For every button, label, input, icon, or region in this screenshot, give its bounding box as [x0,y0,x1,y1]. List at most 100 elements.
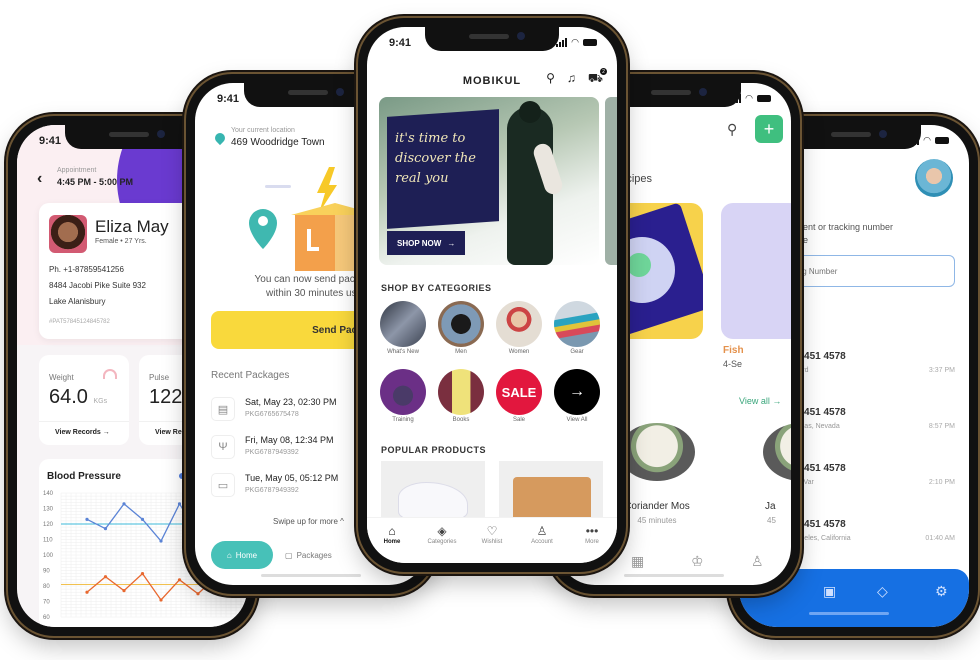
y-tick-label: 90 [43,569,50,575]
nav-account[interactable]: ♙ Account [517,524,567,545]
nav-home[interactable]: ⌂ Home [367,524,417,545]
data-point-diastolic [159,598,163,602]
phone-notch [425,27,559,51]
category-card-fish[interactable] [721,203,791,339]
dish-image[interactable] [763,423,791,481]
bell-icon[interactable]: ♫ [567,71,576,87]
data-point-systolic [103,527,108,531]
category-whats-new[interactable]: What's New [377,301,429,355]
calendar-icon[interactable]: ▦ [631,553,644,570]
cart-icon[interactable]: ⛟ 2 [588,68,607,87]
location-pin-icon [212,130,228,146]
tracking-number-input[interactable] [779,255,955,287]
data-point-systolic [85,517,89,521]
cart-badge: 2 [600,68,607,75]
profile-icon[interactable]: ♙ [751,553,764,570]
shop-screen: 9:41 ◠ MOBIKUL ⚲ ♫ ⛟ 2 it's time to disco… [367,27,617,563]
hero-banner[interactable]: it's time to discover the real you SHOP … [379,97,599,265]
next-banner-peek[interactable] [605,97,617,265]
y-tick-label: 110 [43,538,53,544]
nav-home-button[interactable]: ⌂ Home [211,541,273,569]
appointment-label: Appointment [57,167,97,174]
nav-wishlist[interactable]: ♡ Wishlist [467,524,517,545]
chevron-up-icon: ^ [340,517,344,526]
tracked-item[interactable]: 458 7451 4578 ille , Nord 3:37 PM [779,351,955,374]
arrow-right-icon: → [447,238,456,248]
product-image [399,483,467,519]
pulse-value: 122 [149,386,183,408]
search-icon[interactable]: ⚲ [727,121,737,138]
status-icons: ◠ [908,135,949,146]
back-arrow-icon[interactable]: ‹ [37,170,42,188]
signal-icon [730,94,742,103]
box-icon[interactable]: ▣ [823,583,836,600]
nav-categories[interactable]: ◈ Categories [417,524,467,545]
category-gear[interactable]: Gear [551,301,603,355]
tracked-item[interactable]: 458 7451 4578 Las Vegas, Nevada 8:57 PM [779,407,955,430]
nav-more[interactable]: ••• More [567,524,617,545]
wifi-icon: ◠ [923,135,931,145]
category-men[interactable]: Men [435,301,487,355]
y-tick-label: 70 [43,600,50,606]
chef-hat-icon[interactable]: ♔ [691,553,704,570]
data-point-systolic [159,539,163,543]
shop-now-button[interactable]: SHOP NOW → [387,231,466,255]
y-tick-label: 100 [43,553,54,559]
search-icon[interactable]: ⚲ [546,71,555,87]
phone-notch [607,83,741,107]
battery-icon [935,137,949,144]
weight-value: 64.0 [49,386,88,408]
wifi-icon: ◠ [571,37,579,47]
category-view-all[interactable]: → View All [551,369,603,423]
y-tick-label: 60 [43,615,50,621]
heart-icon: ♡ [486,524,498,538]
current-location[interactable]: 469 Woodridge Town [231,137,325,148]
swipe-hint[interactable]: Swipe up for more ^ [273,517,344,526]
app-showcase: 9:41 ‹ Appointment 4:45 PM - 5:00 PM Eli… [0,0,980,660]
view-all-link[interactable]: View all → [739,396,781,406]
category-training[interactable]: Training [377,369,429,423]
layers-icon: ◈ [437,524,447,538]
ticket-icon[interactable]: ◇ [877,583,888,600]
status-icons: ◠ [730,93,771,104]
view-weight-records-link[interactable]: View Records → [55,429,110,436]
data-point-diastolic [122,589,126,593]
y-tick-label: 140 [43,491,54,497]
data-point-diastolic [85,590,89,594]
weight-card: Weight 64.0 KGs View Records → [39,355,129,445]
settings-gear-icon[interactable]: ⚙ [935,583,948,600]
battery-icon [757,95,771,102]
y-tick-label: 80 [43,584,50,590]
patient-address-line2: Lake Alanisbury [49,297,106,306]
chart-title: Blood Pressure [47,471,121,482]
phone-notch [787,125,921,149]
patient-name: Eliza May [95,217,169,236]
category-subtitle: 4-Se [723,359,743,369]
status-time: 9:41 [389,37,412,49]
patient-avatar [49,215,87,253]
status-icons: ◠ [556,37,597,48]
appointment-time: 4:45 PM - 5:00 PM [57,177,134,187]
tracked-item[interactable]: 458 7451 4578 Los Angeles, California 01… [779,519,955,542]
popular-products-title: POPULAR PRODUCTS [381,445,487,455]
plus-icon: + [763,118,775,139]
add-recipe-button[interactable]: + [755,115,783,143]
tracked-item[interactable]: 458 7451 4578 Toulon, Var 2:10 PM [779,463,955,486]
user-icon: ♙ [536,524,548,538]
nav-packages-button[interactable]: ▢ Packages [285,541,332,569]
signal-icon [908,136,920,145]
battery-icon [583,39,597,46]
data-point-systolic [177,502,182,506]
dish-time: 45 [767,516,776,525]
dish-image[interactable] [619,423,695,481]
category-women[interactable]: Women [493,301,545,355]
data-point-diastolic [177,578,182,582]
category-sale[interactable]: SALE Sale [493,369,545,423]
legend-dot-systolic [179,473,185,479]
user-avatar[interactable] [915,159,953,197]
patient-id: #PAT57845124845782 [49,319,110,325]
book-icon: ▤ [211,397,235,421]
y-tick-label: 120 [43,522,54,528]
tv-icon: ▭ [211,473,235,497]
category-books[interactable]: Books [435,369,487,423]
